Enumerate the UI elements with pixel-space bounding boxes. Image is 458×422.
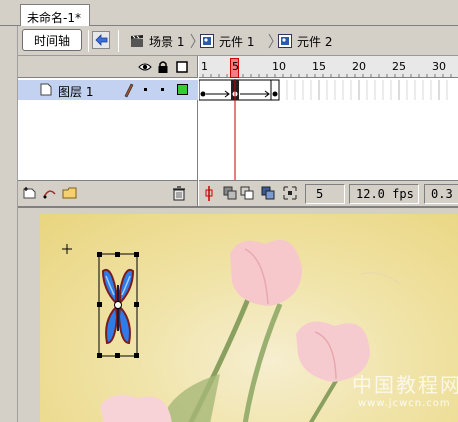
back-arrow-button[interactable] (92, 31, 110, 49)
timeline-panel: 图层 1 1 5 10 15 20 25 30 5 12.0 fps 0.3 (18, 56, 458, 206)
timeline-toggle-button[interactable]: 时间轴 (22, 29, 82, 51)
breadcrumb-symbol-1[interactable]: 元件 1 (200, 32, 254, 50)
ruler-number: 15 (312, 60, 326, 73)
layer-color-box[interactable] (177, 84, 188, 95)
onion-skin-icon[interactable] (223, 186, 237, 200)
movie-clip-symbol-icon (278, 34, 292, 48)
breadcrumb-separator-icon (268, 33, 274, 49)
onion-skin-outlines-icon[interactable] (240, 186, 254, 200)
edit-bar: 时间轴 场景 1 元件 1 元件 2 (18, 26, 458, 56)
butterfly-graphic (97, 252, 139, 358)
eye-icon[interactable] (138, 61, 152, 73)
butterfly-symbol-instance[interactable] (97, 251, 139, 359)
stage-canvas[interactable]: 中国教程网 www.jcwcn.com (40, 214, 458, 422)
outline-icon[interactable] (176, 61, 188, 73)
lock-icon[interactable] (157, 60, 169, 74)
document-tab-strip: 未命名-1* (0, 0, 458, 26)
document-tab-title: 未命名-1* (27, 11, 81, 25)
frame-grid[interactable] (199, 79, 458, 180)
elapsed-time-field: 0.3 (424, 184, 458, 204)
ruler-number: 1 (201, 60, 208, 73)
layer-name: 图层 1 (58, 85, 94, 99)
layer-header (18, 56, 198, 78)
frame-grid-graphic (199, 79, 458, 180)
watermark-url-text: www.jcwcn.com (358, 398, 451, 409)
edit-multiple-frames-icon[interactable] (261, 186, 275, 200)
scene-clapper-icon (131, 35, 143, 47)
left-panel-edge (0, 0, 18, 422)
ruler-number: 25 (392, 60, 406, 73)
watermark-logo-text: 中国教程网 (352, 373, 458, 397)
insert-folder-icon[interactable] (62, 186, 78, 200)
lock-dot[interactable] (161, 88, 164, 91)
divider (118, 30, 119, 52)
layer-row[interactable]: 图层 1 (18, 80, 198, 100)
timeline-status-bar: 5 12.0 fps 0.3 (199, 180, 458, 206)
ruler-number: 20 (352, 60, 366, 73)
registration-crosshair-icon (62, 244, 72, 254)
document-tab[interactable]: 未命名-1* (20, 4, 90, 26)
ruler-number: 30 (432, 60, 446, 73)
visibility-dot[interactable] (144, 88, 147, 91)
layer-page-icon (40, 83, 52, 96)
insert-layer-icon[interactable] (22, 186, 38, 200)
breadcrumb-label: 元件 2 (297, 34, 333, 49)
breadcrumb-symbol-2[interactable]: 元件 2 (278, 32, 332, 50)
breadcrumb-separator-icon (190, 33, 196, 49)
pencil-icon (124, 83, 134, 98)
add-motion-guide-icon[interactable] (42, 186, 58, 200)
center-frame-icon[interactable] (203, 186, 215, 201)
frame-ruler[interactable]: 1 5 10 15 20 25 30 (199, 56, 458, 78)
modify-onion-markers-icon[interactable] (283, 186, 297, 200)
ruler-number: 10 (272, 60, 286, 73)
trash-icon[interactable] (172, 186, 186, 201)
movie-clip-symbol-icon (200, 34, 214, 48)
current-frame-field: 5 (305, 184, 345, 204)
divider (88, 30, 89, 52)
ruler-number: 5 (232, 60, 239, 73)
stage-area: 中国教程网 www.jcwcn.com (18, 206, 458, 422)
back-arrow-icon (95, 34, 108, 46)
layer-footer (18, 180, 198, 206)
frame-rate-field[interactable]: 12.0 fps (349, 184, 419, 204)
breadcrumb-scene[interactable]: 场景 1 (130, 32, 184, 50)
layer-list-empty (18, 100, 198, 180)
breadcrumb-label: 元件 1 (219, 34, 255, 49)
breadcrumb-label: 场景 1 (149, 34, 185, 49)
